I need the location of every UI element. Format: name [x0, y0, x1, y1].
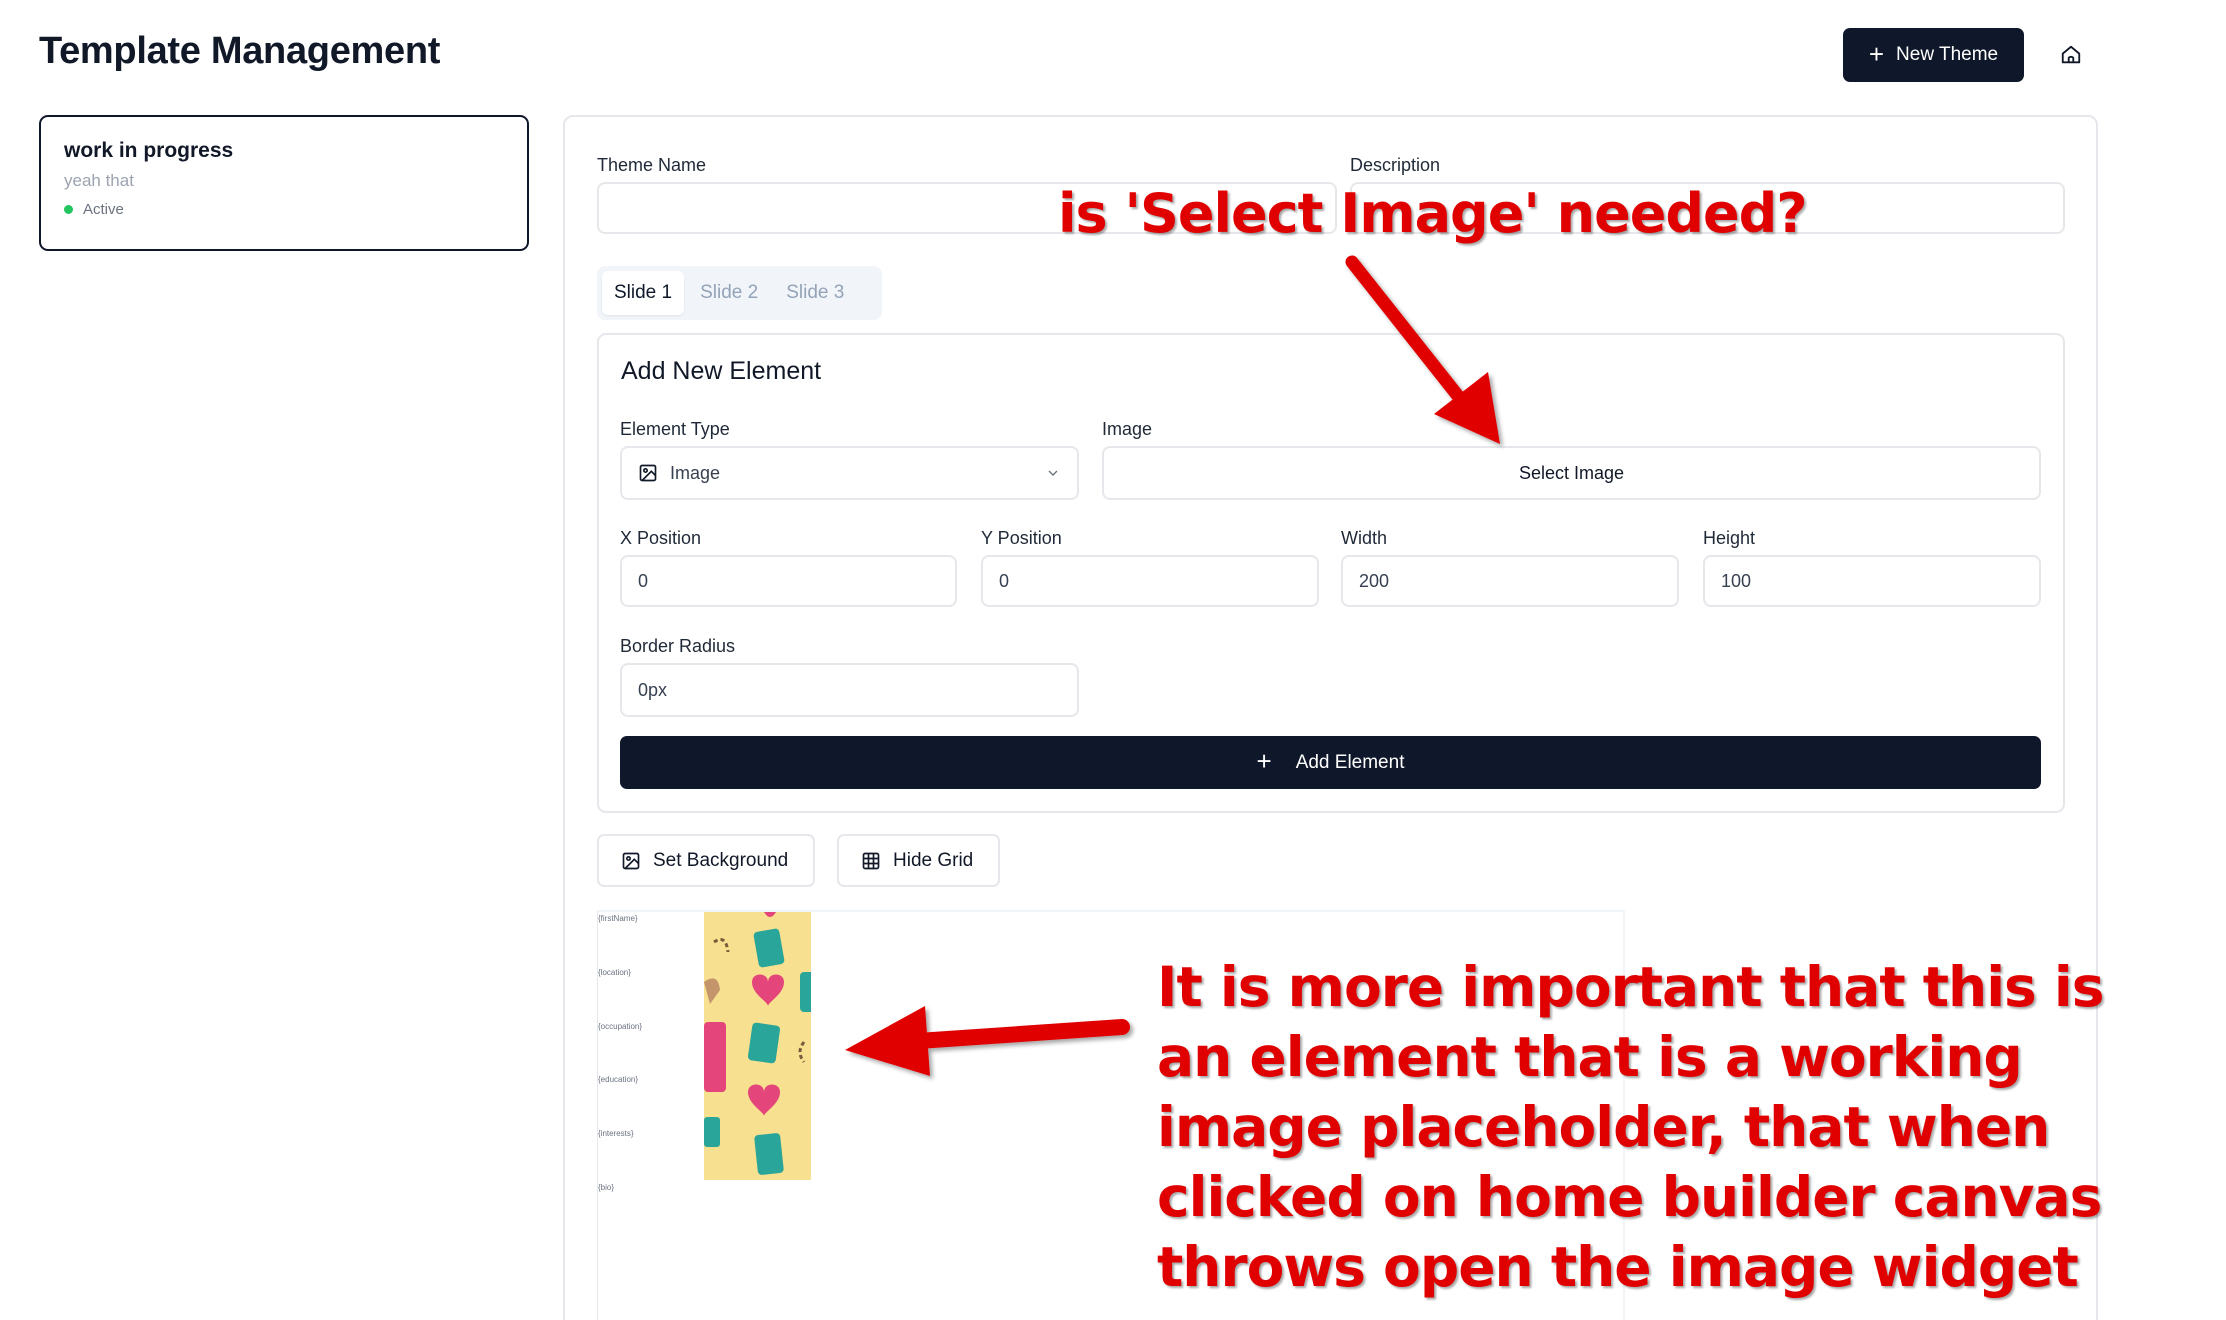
new-theme-button[interactable]: + New Theme [1843, 28, 2024, 82]
width-label: Width [1341, 528, 1388, 548]
element-type-label: Element Type [620, 419, 730, 439]
placeholder-first-name[interactable]: {firstName} [598, 914, 638, 923]
annotation-question: is 'Select Image' needed? [1058, 182, 1808, 245]
theme-card[interactable]: work in progress yeah that Active [39, 115, 529, 251]
annotation-note-line: throws open the image widget [1157, 1235, 2079, 1299]
x-position-label: X Position [620, 528, 702, 548]
tab-slide-2[interactable]: Slide 2 [688, 271, 770, 315]
hide-grid-label: Hide Grid [893, 849, 974, 871]
width-input[interactable]: 200 [1341, 555, 1679, 607]
placeholder-location[interactable]: {location} [598, 968, 631, 977]
placeholder-interests[interactable]: {interests} [598, 1129, 634, 1138]
annotation-note-line: clicked on home builder canvas [1157, 1165, 2102, 1229]
height-label: Height [1703, 528, 1756, 548]
set-background-label: Set Background [653, 849, 789, 871]
hide-grid-button[interactable]: Hide Grid [837, 834, 1000, 887]
annotation-note: It is more important that this is an ele… [1157, 952, 2105, 1302]
theme-description: yeah that [64, 171, 134, 190]
x-position-input[interactable]: 0 [620, 555, 957, 607]
image-icon [622, 852, 640, 869]
tab-slide-1[interactable]: Slide 1 [602, 271, 685, 315]
element-type-select[interactable]: Image [620, 446, 1079, 500]
y-position-label: Y Position [981, 528, 1062, 548]
new-theme-label: New Theme [1896, 44, 1999, 65]
description-label: Description [1350, 155, 1441, 175]
annotation-note-line: image placeholder, that when [1157, 1095, 2050, 1159]
placeholder-occupation[interactable]: {occupation} [598, 1022, 642, 1031]
placeholder-education[interactable]: {education} [598, 1075, 638, 1084]
page-title: Template Management [39, 30, 441, 72]
theme-name-label: Theme Name [597, 155, 707, 175]
status-dot-icon [64, 205, 73, 214]
add-element-label: Add Element [1295, 751, 1405, 773]
set-background-button[interactable]: Set Background [597, 834, 815, 887]
chevron-down-icon [1048, 470, 1058, 476]
image-icon [639, 464, 657, 482]
home-icon[interactable] [2056, 40, 2086, 70]
status-text: Active [83, 201, 124, 218]
element-type-value: Image [670, 462, 721, 483]
plus-icon: + [1868, 38, 1885, 69]
plus-icon: + [1256, 745, 1272, 776]
tab-slide-3[interactable]: Slide 3 [774, 271, 856, 315]
border-radius-label: Border Radius [620, 636, 736, 656]
height-input[interactable]: 100 [1703, 555, 2041, 607]
grid-icon [862, 852, 880, 869]
canvas-image-element[interactable] [704, 912, 811, 1180]
add-element-button[interactable]: + Add Element [620, 736, 2041, 789]
image-label: Image [1102, 419, 1153, 439]
select-image-button[interactable]: Select Image [1102, 446, 2041, 500]
add-element-title: Add New Element [621, 357, 822, 385]
y-position-input[interactable]: 0 [981, 555, 1319, 607]
status-badge: Active [64, 201, 504, 218]
annotation-note-line: an element that is a working [1157, 1025, 2023, 1089]
border-radius-input[interactable]: 0px [620, 663, 1079, 717]
placeholder-bio[interactable]: {bio} [598, 1183, 614, 1192]
slide-tabs: Slide 1 Slide 2 Slide 3 [597, 266, 882, 320]
theme-name: work in progress [64, 139, 234, 162]
annotation-note-line: It is more important that this is [1157, 955, 2105, 1019]
